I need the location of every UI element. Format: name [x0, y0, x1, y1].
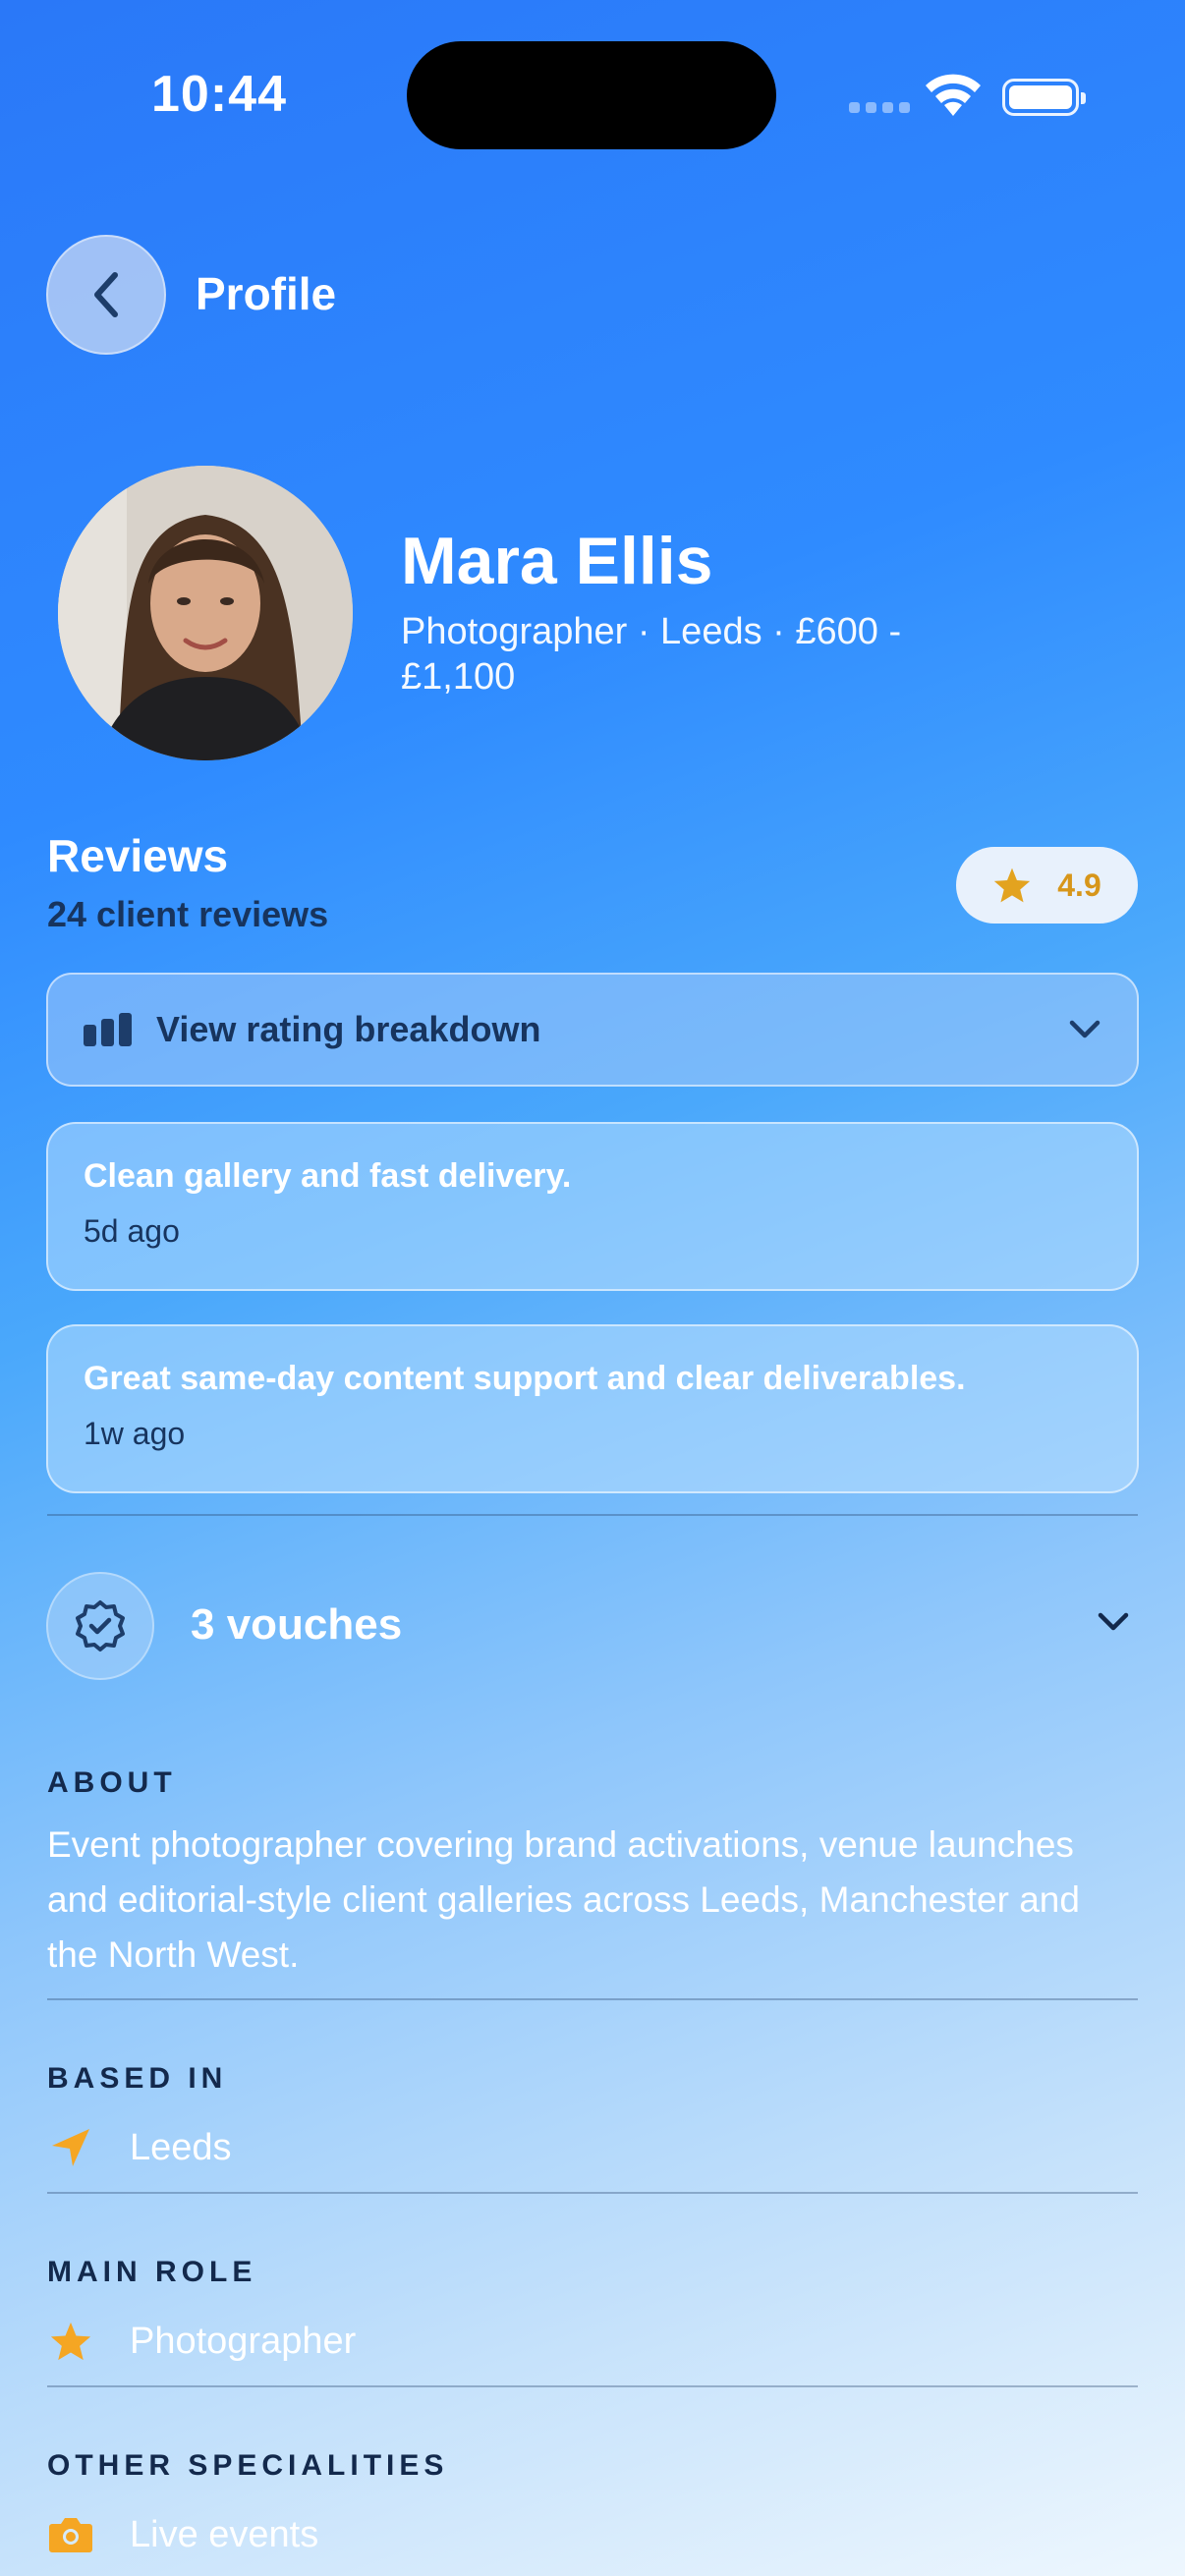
wifi-icon — [926, 74, 981, 116]
divider — [47, 2192, 1138, 2194]
verified-badge-icon — [76, 1600, 125, 1652]
star-icon — [50, 2322, 91, 2361]
avatar — [58, 466, 353, 760]
review-card[interactable]: Clean gallery and fast delivery. 5d ago — [46, 1122, 1139, 1291]
star-icon — [994, 868, 1031, 903]
reviews-heading: Reviews — [47, 830, 229, 881]
status-time: 10:44 — [151, 66, 287, 123]
status-bar: 10:44 — [0, 0, 1185, 187]
main-role-value: Photographer — [130, 2320, 357, 2362]
divider — [47, 1998, 1138, 2000]
vouches-toggle[interactable]: 3 vouches — [191, 1600, 402, 1650]
chevron-down-icon — [1069, 1020, 1100, 1038]
based-in-value: Leeds — [130, 2126, 232, 2168]
review-text: Clean gallery and fast delivery. — [84, 1157, 572, 1195]
profile-photo — [58, 466, 353, 760]
rating-breakdown-toggle[interactable]: View rating breakdown — [46, 973, 1139, 1087]
about-text: Event photographer covering brand activa… — [47, 1824, 1080, 1975]
speciality-row: Live events — [47, 2511, 318, 2558]
cellular-signal-icon — [849, 102, 910, 113]
back-button[interactable] — [46, 235, 166, 355]
other-specialities-label: OTHER SPECIALITIES — [47, 2449, 449, 2482]
divider — [47, 2385, 1138, 2387]
location-arrow-icon — [52, 2129, 89, 2166]
battery-icon — [1002, 79, 1086, 116]
bar-chart-icon — [84, 1013, 132, 1046]
main-role-label: MAIN ROLE — [47, 2256, 257, 2288]
speciality-value: Live events — [130, 2513, 319, 2555]
rating-badge: 4.9 — [956, 847, 1138, 924]
reviews-count: 24 client reviews — [47, 894, 329, 934]
review-card[interactable]: Great same-day content support and clear… — [46, 1324, 1139, 1493]
divider — [47, 1514, 1138, 1516]
review-time: 1w ago — [84, 1416, 186, 1451]
profile-subtitle: Photographer · Leeds · £600 - £1,100 — [401, 611, 902, 698]
main-role-row: Photographer — [47, 2318, 356, 2365]
camera-icon — [49, 2518, 92, 2552]
chevron-down-icon[interactable] — [1097, 1611, 1130, 1633]
review-time: 5d ago — [84, 1213, 180, 1249]
rating-value: 4.9 — [1057, 867, 1101, 903]
about-label: ABOUT — [47, 1766, 177, 1799]
vouch-badge — [46, 1572, 154, 1680]
chevron-left-icon — [94, 272, 118, 317]
review-text: Great same-day content support and clear… — [84, 1360, 966, 1397]
based-in-label: BASED IN — [47, 2062, 228, 2095]
based-in-row: Leeds — [47, 2124, 232, 2171]
profile-name: Mara Ellis — [401, 524, 713, 598]
dynamic-island — [407, 41, 776, 149]
page-title: Profile — [196, 268, 337, 319]
rating-breakdown-label: View rating breakdown — [156, 1009, 541, 1049]
